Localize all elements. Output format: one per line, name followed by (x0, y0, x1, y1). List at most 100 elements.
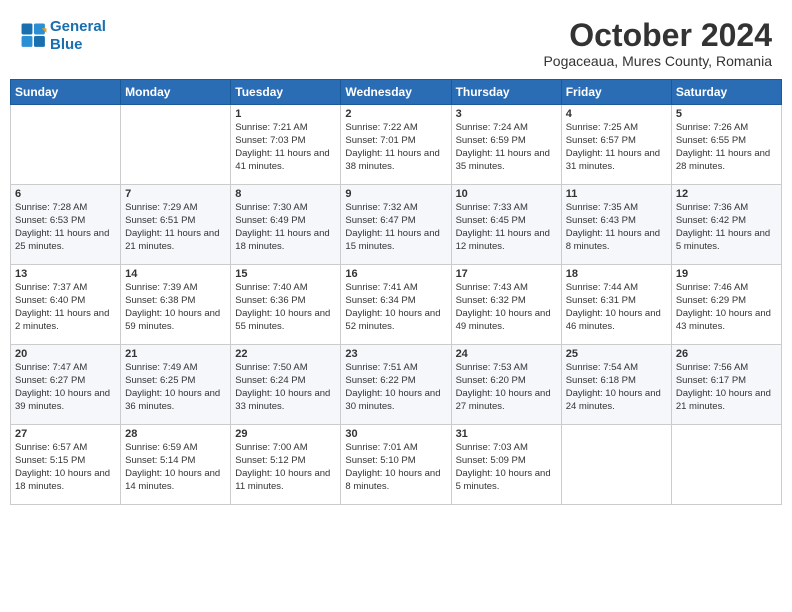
calendar-week-row: 13 Sunrise: 7:37 AMSunset: 6:40 PMDayligh… (11, 265, 782, 345)
calendar-header-monday: Monday (121, 80, 231, 105)
day-number: 9 (345, 188, 446, 200)
calendar-cell (561, 425, 671, 505)
day-number: 14 (125, 268, 226, 280)
day-number: 1 (235, 108, 336, 120)
cell-content: Sunrise: 7:47 AMSunset: 6:27 PMDaylight:… (15, 362, 116, 413)
cell-content: Sunrise: 7:56 AMSunset: 6:17 PMDaylight:… (676, 362, 777, 413)
day-number: 6 (15, 188, 116, 200)
calendar-header-saturday: Saturday (671, 80, 781, 105)
calendar-cell: 13 Sunrise: 7:37 AMSunset: 6:40 PMDayligh… (11, 265, 121, 345)
calendar-cell: 26 Sunrise: 7:56 AMSunset: 6:17 PMDayligh… (671, 345, 781, 425)
calendar-cell: 29Sunrise: 7:00 AMSunset: 5:12 PMDayligh… (231, 425, 341, 505)
day-number: 8 (235, 188, 336, 200)
calendar-cell: 10 Sunrise: 7:33 AMSunset: 6:45 PMDayligh… (451, 185, 561, 265)
cell-content: Sunrise: 7:49 AMSunset: 6:25 PMDaylight:… (125, 362, 226, 413)
day-number: 17 (456, 268, 557, 280)
title-block: October 2024 Pogaceaua, Mures County, Ro… (543, 18, 772, 69)
calendar-cell: 15 Sunrise: 7:40 AMSunset: 6:36 PMDayligh… (231, 265, 341, 345)
day-number: 30 (345, 428, 446, 440)
calendar-header-tuesday: Tuesday (231, 80, 341, 105)
calendar-cell: 4Sunrise: 7:25 AMSunset: 6:57 PMDaylight… (561, 105, 671, 185)
calendar-cell: 14 Sunrise: 7:39 AMSunset: 6:38 PMDayligh… (121, 265, 231, 345)
cell-content: Sunrise: 7:41 AMSunset: 6:34 PMDaylight:… (345, 282, 446, 333)
calendar-cell: 7 Sunrise: 7:29 AMSunset: 6:51 PMDaylight… (121, 185, 231, 265)
day-number: 15 (235, 268, 336, 280)
day-number: 26 (676, 348, 777, 360)
day-number: 4 (566, 108, 667, 120)
calendar-cell: 17Sunrise: 7:43 AMSunset: 6:32 PMDayligh… (451, 265, 561, 345)
cell-content: Sunrise: 7:32 AMSunset: 6:47 PMDaylight:… (345, 202, 446, 253)
day-number: 28 (125, 428, 226, 440)
calendar-week-row: 20 Sunrise: 7:47 AMSunset: 6:27 PMDayligh… (11, 345, 782, 425)
cell-content: Sunrise: 7:26 AMSunset: 6:55 PMDaylight:… (676, 122, 777, 173)
calendar-cell: 31Sunrise: 7:03 AMSunset: 5:09 PMDayligh… (451, 425, 561, 505)
page-header: General Blue October 2024 Pogaceaua, Mur… (10, 10, 782, 73)
calendar-cell: 30Sunrise: 7:01 AMSunset: 5:10 PMDayligh… (341, 425, 451, 505)
day-number: 27 (15, 428, 116, 440)
calendar-cell: 28Sunrise: 6:59 AMSunset: 5:14 PMDayligh… (121, 425, 231, 505)
calendar-cell (671, 425, 781, 505)
day-number: 2 (345, 108, 446, 120)
cell-content: Sunrise: 7:24 AMSunset: 6:59 PMDaylight:… (456, 122, 557, 173)
calendar-week-row: 1Sunrise: 7:21 AMSunset: 7:03 PMDaylight… (11, 105, 782, 185)
day-number: 20 (15, 348, 116, 360)
day-number: 5 (676, 108, 777, 120)
calendar-cell: 8 Sunrise: 7:30 AMSunset: 6:49 PMDaylight… (231, 185, 341, 265)
day-number: 12 (676, 188, 777, 200)
calendar-cell: 11Sunrise: 7:35 AMSunset: 6:43 PMDayligh… (561, 185, 671, 265)
day-number: 3 (456, 108, 557, 120)
calendar-cell: 1Sunrise: 7:21 AMSunset: 7:03 PMDaylight… (231, 105, 341, 185)
calendar-week-row: 6 Sunrise: 7:28 AMSunset: 6:53 PMDaylight… (11, 185, 782, 265)
cell-content: Sunrise: 7:46 AMSunset: 6:29 PMDaylight:… (676, 282, 777, 333)
calendar-cell: 16 Sunrise: 7:41 AMSunset: 6:34 PMDayligh… (341, 265, 451, 345)
calendar-cell: 18Sunrise: 7:44 AMSunset: 6:31 PMDayligh… (561, 265, 671, 345)
cell-content: Sunrise: 7:39 AMSunset: 6:38 PMDaylight:… (125, 282, 226, 333)
calendar-cell: 6 Sunrise: 7:28 AMSunset: 6:53 PMDaylight… (11, 185, 121, 265)
calendar-header-thursday: Thursday (451, 80, 561, 105)
day-number: 13 (15, 268, 116, 280)
cell-content: Sunrise: 7:28 AMSunset: 6:53 PMDaylight:… (15, 202, 116, 253)
day-number: 25 (566, 348, 667, 360)
day-number: 18 (566, 268, 667, 280)
calendar-cell: 27 Sunrise: 6:57 AMSunset: 5:15 PMDayligh… (11, 425, 121, 505)
calendar-cell: 19 Sunrise: 7:46 AMSunset: 6:29 PMDayligh… (671, 265, 781, 345)
day-number: 23 (345, 348, 446, 360)
calendar-cell (11, 105, 121, 185)
cell-content: Sunrise: 7:33 AMSunset: 6:45 PMDaylight:… (456, 202, 557, 253)
day-number: 7 (125, 188, 226, 200)
subtitle: Pogaceaua, Mures County, Romania (543, 53, 772, 69)
cell-content: Sunrise: 7:54 AMSunset: 6:18 PMDaylight:… (566, 362, 667, 413)
cell-content: Sunrise: 7:30 AMSunset: 6:49 PMDaylight:… (235, 202, 336, 253)
calendar-cell: 5 Sunrise: 7:26 AMSunset: 6:55 PMDaylight… (671, 105, 781, 185)
cell-content: Sunrise: 7:03 AMSunset: 5:09 PMDaylight:… (456, 442, 557, 493)
calendar-cell: 21 Sunrise: 7:49 AMSunset: 6:25 PMDayligh… (121, 345, 231, 425)
cell-content: Sunrise: 7:35 AMSunset: 6:43 PMDaylight:… (566, 202, 667, 253)
day-number: 19 (676, 268, 777, 280)
main-title: October 2024 (543, 18, 772, 53)
cell-content: Sunrise: 7:29 AMSunset: 6:51 PMDaylight:… (125, 202, 226, 253)
cell-content: Sunrise: 6:57 AMSunset: 5:15 PMDaylight:… (15, 442, 116, 493)
cell-content: Sunrise: 7:40 AMSunset: 6:36 PMDaylight:… (235, 282, 336, 333)
cell-content: Sunrise: 7:37 AMSunset: 6:40 PMDaylight:… (15, 282, 116, 333)
cell-content: Sunrise: 7:00 AMSunset: 5:12 PMDaylight:… (235, 442, 336, 493)
logo-text: General Blue (50, 18, 106, 54)
calendar-table: SundayMondayTuesdayWednesdayThursdayFrid… (10, 79, 782, 505)
cell-content: Sunrise: 7:53 AMSunset: 6:20 PMDaylight:… (456, 362, 557, 413)
day-number: 10 (456, 188, 557, 200)
day-number: 24 (456, 348, 557, 360)
logo: General Blue (20, 18, 106, 54)
day-number: 21 (125, 348, 226, 360)
cell-content: Sunrise: 7:50 AMSunset: 6:24 PMDaylight:… (235, 362, 336, 413)
calendar-cell: 23Sunrise: 7:51 AMSunset: 6:22 PMDayligh… (341, 345, 451, 425)
calendar-header-wednesday: Wednesday (341, 80, 451, 105)
calendar-cell: 22Sunrise: 7:50 AMSunset: 6:24 PMDayligh… (231, 345, 341, 425)
calendar-cell: 20 Sunrise: 7:47 AMSunset: 6:27 PMDayligh… (11, 345, 121, 425)
calendar-cell: 3 Sunrise: 7:24 AMSunset: 6:59 PMDaylight… (451, 105, 561, 185)
calendar-header-row: SundayMondayTuesdayWednesdayThursdayFrid… (11, 80, 782, 105)
calendar-header-sunday: Sunday (11, 80, 121, 105)
calendar-cell: 2 Sunrise: 7:22 AMSunset: 7:01 PMDaylight… (341, 105, 451, 185)
calendar-cell: 25 Sunrise: 7:54 AMSunset: 6:18 PMDayligh… (561, 345, 671, 425)
cell-content: Sunrise: 7:22 AMSunset: 7:01 PMDaylight:… (345, 122, 446, 173)
calendar-header-friday: Friday (561, 80, 671, 105)
day-number: 16 (345, 268, 446, 280)
